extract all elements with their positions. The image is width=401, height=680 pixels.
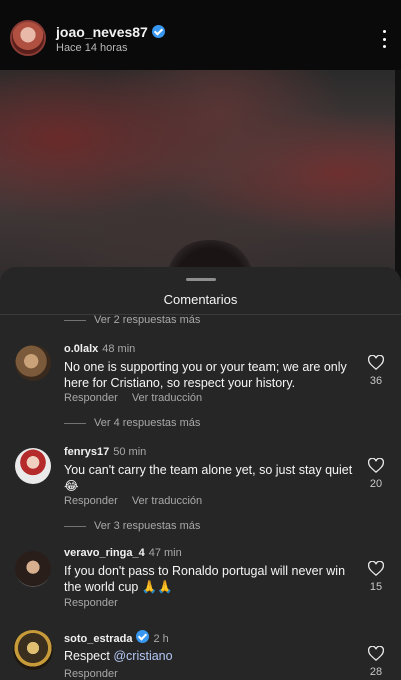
like-count: 15	[369, 581, 383, 593]
comment-time: 50 min	[113, 446, 147, 458]
comment-actions: Responder Ver traducción	[64, 495, 202, 507]
comment-username-text[interactable]: o.0lalx	[64, 343, 98, 355]
post-header: joao_neves87 Hace 14 horas	[0, 0, 401, 70]
verified-badge-icon	[151, 25, 165, 38]
comment-actions: Responder Ver traducción	[64, 392, 202, 404]
comment-username-text[interactable]: fenrys17	[64, 446, 109, 458]
verified-badge-icon	[136, 630, 150, 643]
commenter-avatar[interactable]	[13, 630, 53, 670]
comment-username[interactable]: veravo_ringa_4 47 min	[64, 547, 182, 559]
sheet-drag-handle[interactable]	[186, 278, 216, 281]
reply-button[interactable]: Responder	[64, 495, 118, 507]
reply-button[interactable]: Responder	[64, 392, 118, 404]
like-count: 20	[369, 478, 383, 490]
comment-username[interactable]: fenrys17 50 min	[64, 446, 146, 458]
see-translation-button[interactable]: Ver traducción	[132, 495, 202, 507]
comment-time: 47 min	[148, 547, 182, 559]
heart-icon[interactable]	[368, 646, 384, 661]
comment-username-text[interactable]: soto_estrada	[64, 633, 132, 645]
view-more-replies-link[interactable]: Ver 3 respuestas más	[94, 520, 200, 532]
author-username[interactable]: joao_neves87	[56, 24, 165, 40]
reply-button[interactable]: Responder	[64, 668, 118, 680]
commenter-avatar[interactable]	[15, 345, 51, 381]
heart-icon[interactable]	[368, 458, 384, 473]
comment-text: No one is supporting you or your team; w…	[64, 360, 347, 390]
heart-icon[interactable]	[368, 561, 384, 576]
like-button[interactable]: 20	[362, 458, 390, 490]
commenter-avatar[interactable]	[15, 551, 51, 587]
comments-sheet: Comentarios Ver 2 respuestas más o.0lalx…	[0, 267, 401, 680]
comment-username-text[interactable]: veravo_ringa_4	[64, 547, 145, 559]
heart-icon[interactable]	[368, 355, 384, 370]
reply-button[interactable]: Responder	[64, 597, 118, 609]
comment-username[interactable]: o.0lalx 48 min	[64, 343, 135, 355]
comment-text: If you don't pass to Ronaldo portugal wi…	[64, 564, 346, 594]
comment-text: Respect @cristiano	[64, 648, 354, 664]
author-username-text[interactable]: joao_neves87	[56, 24, 148, 40]
like-count: 36	[369, 375, 383, 387]
comment-username[interactable]: soto_estrada 2 h	[64, 630, 169, 645]
commenter-avatar[interactable]	[15, 448, 51, 484]
like-button[interactable]: 15	[362, 561, 390, 593]
like-button[interactable]: 28	[362, 646, 390, 678]
comment-time: 2 h	[153, 633, 169, 645]
post-timestamp: Hace 14 horas	[56, 42, 128, 54]
comment-text: You can't carry the team alone yet, so j…	[64, 463, 353, 493]
like-button[interactable]: 36	[362, 355, 390, 387]
sheet-title: Comentarios	[163, 292, 238, 307]
mention-link[interactable]: @cristiano	[113, 649, 172, 663]
like-count: 28	[369, 666, 383, 678]
view-more-replies-link[interactable]: Ver 2 respuestas más	[94, 314, 200, 326]
sheet-divider	[0, 314, 401, 315]
see-translation-button[interactable]: Ver traducción	[132, 392, 202, 404]
post-media[interactable]	[0, 70, 401, 300]
author-avatar[interactable]	[10, 20, 46, 56]
media-edge	[395, 70, 401, 300]
comment-actions: Responder	[64, 668, 118, 680]
comment-time: 48 min	[102, 343, 136, 355]
more-options-icon[interactable]	[381, 30, 387, 48]
comment-text-body: Respect	[64, 649, 114, 663]
view-more-replies-link[interactable]: Ver 4 respuestas más	[94, 417, 200, 429]
comment-actions: Responder	[64, 597, 118, 609]
